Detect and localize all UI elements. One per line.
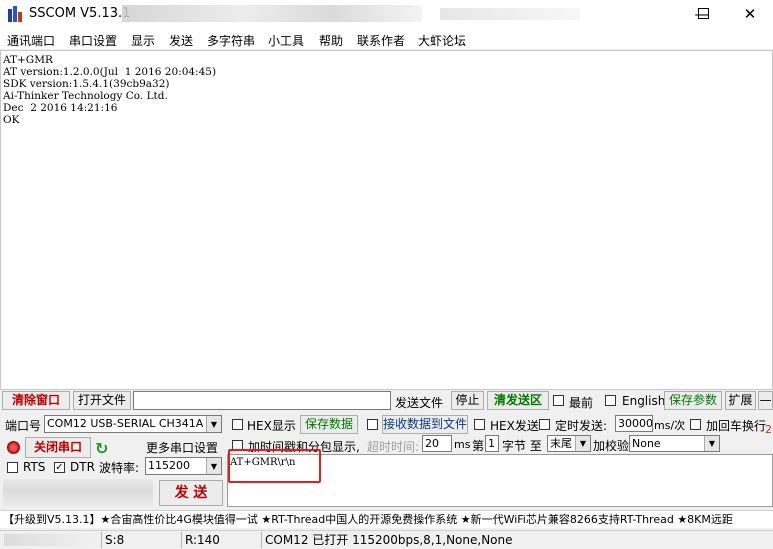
app-icon	[8, 6, 22, 22]
port-label: 端口号	[5, 419, 42, 433]
receive-line: AT version:1.2.0.0(Jul 1 2016 20:04:45)	[3, 66, 217, 78]
blurred-status-region	[4, 534, 94, 546]
chevron-down-icon[interactable]: ▼	[206, 416, 221, 432]
rts-checkbox[interactable]	[7, 462, 18, 473]
received-count: R:140	[181, 532, 261, 548]
send-file-button[interactable]: 发送文件	[395, 394, 443, 411]
add-crlf-checkbox[interactable]	[690, 419, 701, 430]
port-status: COM12 已打开 115200bps,8,1,None,None	[261, 532, 765, 548]
chevron-down-icon[interactable]: ▼	[206, 458, 221, 474]
byte-index-input[interactable]: 1	[485, 435, 499, 452]
hex-display-label: HEX显示	[247, 419, 296, 433]
english-checkbox[interactable]	[605, 395, 616, 406]
menu-serial-settings[interactable]: 串口设置	[69, 32, 117, 49]
dtr-checkbox[interactable]: ✓	[54, 462, 65, 473]
english-label: English	[622, 394, 666, 408]
checksum-label: 加校验	[593, 439, 630, 453]
send-button[interactable]: 发 送	[159, 480, 223, 506]
baud-select[interactable]: 115200 ▼	[145, 457, 222, 475]
receive-line: Dec 2 2016 14:21:16	[3, 102, 118, 114]
port-select-value: COM12 USB-SERIAL CH341A	[47, 417, 204, 430]
menu-contact[interactable]: 联系作者	[357, 32, 405, 49]
clear-send-button[interactable]: 清发送区	[487, 391, 549, 410]
close-icon[interactable]: ✕	[727, 0, 773, 29]
save-data-button[interactable]: 保存数据	[300, 415, 358, 434]
timed-send-checkbox[interactable]	[539, 419, 550, 430]
expand-button[interactable]: 扩展	[725, 391, 756, 410]
receive-area[interactable]: AT+GMR AT version:1.2.0.0(Jul 1 2016 20:…	[0, 50, 773, 390]
save-params-button[interactable]: 保存参数	[664, 391, 722, 410]
checksum-value: None	[632, 437, 661, 450]
chevron-down-icon[interactable]: ▼	[575, 436, 590, 451]
timeout-input[interactable]: 20	[422, 435, 452, 452]
stop-button[interactable]: 停止	[451, 391, 484, 410]
rts-label: RTS	[23, 460, 46, 474]
blurred-title-region-2	[440, 8, 580, 20]
topmost-checkbox[interactable]	[553, 395, 564, 406]
title-bar: SSCOM V5.13.1 — ✕	[0, 0, 773, 29]
close-port-button[interactable]: 关闭串口	[25, 437, 91, 458]
collapse-button[interactable]: —	[758, 391, 773, 410]
receive-line: Ai-Thinker Technology Co. Ltd.	[3, 90, 168, 102]
timed-send-label: 定时发送:	[555, 419, 608, 433]
dtr-label: DTR	[70, 460, 95, 474]
chevron-down-icon[interactable]: ▼	[704, 436, 719, 451]
add-crlf-label: 加回车换行	[706, 419, 767, 433]
blurred-info-region	[3, 479, 153, 507]
byte-prefix: 第	[472, 439, 485, 453]
red-number: 2	[765, 423, 772, 436]
byte-mid-label: 字节 至	[502, 439, 542, 453]
open-file-button[interactable]: 打开文件	[73, 391, 131, 410]
menu-display[interactable]: 显示	[131, 32, 155, 49]
status-bar: S:8 R:140 COM12 已打开 115200bps,8,1,None,N…	[0, 530, 773, 549]
sent-count: S:8	[101, 532, 181, 548]
baud-label: 波特率:	[99, 461, 140, 475]
recv-to-file-button[interactable]: 接收数据到文件	[382, 415, 468, 434]
hex-send-checkbox[interactable]	[474, 419, 485, 430]
hex-send-label: HEX发送	[490, 419, 539, 433]
highlight-box	[228, 449, 321, 483]
file-path-input[interactable]	[133, 391, 391, 410]
menu-forum[interactable]: 大虾论坛	[418, 32, 466, 49]
menu-multi-string[interactable]: 多字符串	[207, 32, 255, 49]
port-status-icon	[7, 441, 20, 454]
maximize-button[interactable]	[698, 8, 709, 19]
refresh-icon[interactable]: ↻	[95, 439, 108, 458]
timeout-unit: ms	[454, 438, 471, 451]
menu-tools[interactable]: 小工具	[268, 32, 304, 49]
timeout-label: 超时时间:	[367, 440, 420, 454]
baud-select-value: 115200	[148, 459, 190, 472]
byte-end-value: 末尾	[550, 437, 572, 450]
interval-input[interactable]: 30000	[615, 415, 653, 432]
blurred-title-region	[122, 5, 422, 22]
receive-line: AT+GMR	[3, 54, 53, 66]
menu-bar: 通讯端口 串口设置 显示 发送 多字符串 小工具 帮助 联系作者 大虾论坛	[0, 29, 773, 49]
receive-line: OK	[3, 114, 20, 126]
interval-unit: ms/次	[654, 419, 686, 432]
more-settings-link[interactable]: 更多串口设置	[146, 439, 218, 456]
receive-line: SDK version:1.5.4.1(39cb9a32)	[3, 78, 170, 90]
topmost-label: 最前	[569, 396, 594, 410]
ticker[interactable]: 【升级到V5.13.1】★合宙高性价比4G模块值得一试 ★RT-Thread中国…	[0, 510, 773, 528]
menu-send[interactable]: 发送	[169, 32, 193, 49]
window-title: SSCOM V5.13.1	[29, 6, 131, 21]
clear-window-button[interactable]: 清除窗口	[2, 391, 70, 410]
hex-display-checkbox[interactable]	[232, 419, 243, 430]
byte-end-select[interactable]: 末尾 ▼	[547, 435, 591, 452]
recv-to-file-checkbox[interactable]	[367, 419, 378, 430]
port-select[interactable]: COM12 USB-SERIAL CH341A ▼	[44, 415, 222, 433]
menu-help[interactable]: 帮助	[319, 32, 343, 49]
menu-comm-port[interactable]: 通讯端口	[7, 32, 55, 49]
checksum-select[interactable]: None ▼	[629, 435, 720, 452]
